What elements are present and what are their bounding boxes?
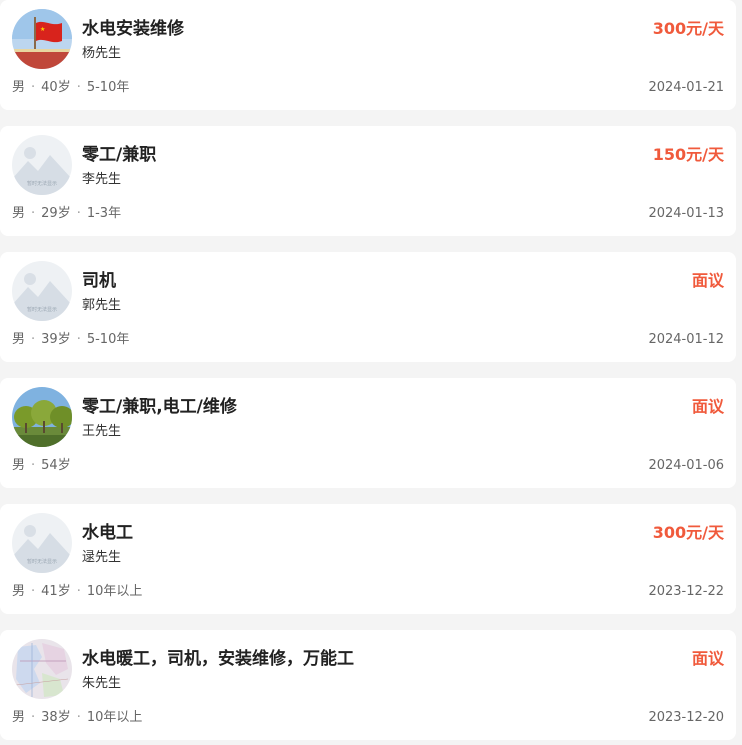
age: 40岁 [41,80,71,95]
person-name: 朱先生 [82,676,122,691]
job-title: 零工/兼职 [82,145,157,165]
experience: 5-10年 [86,332,130,347]
resume-card[interactable]: 水电暖工，司机，安装维修，万能工 朱先生 面议 男 · 38岁 · 10年以上 2023… [0,630,736,740]
salary: 面议 [691,271,724,290]
map-photo-icon [12,639,72,699]
candidate-meta: 男 · 38岁 · 10年以上 [12,710,143,725]
post-date: 2023-12-22 [648,584,724,599]
experience: 10年以上 [86,584,143,599]
avatar: 暂时无法显示 [12,261,72,321]
person-name: 逯先生 [82,550,122,565]
age: 39岁 [41,332,71,347]
placeholder-image-icon: 暂时无法显示 [12,135,72,195]
person-name: 郭先生 [82,298,122,313]
experience: 5-10年 [86,80,130,95]
avatar-caption: 暂时无法显示 [27,180,57,187]
resume-card[interactable]: 暂时无法显示 水电工 逯先生 300元/天 男 · 41岁 · 10年以上 2023-1… [0,504,736,614]
candidate-meta: 男 · 54岁 [12,458,71,473]
trees-photo-icon [12,387,72,447]
person-name: 杨先生 [82,46,122,61]
resume-card[interactable]: 暂时无法显示 零工/兼职 李先生 150元/天 男 · 29岁 · 1-3年 2024-… [0,126,736,236]
job-title: 水电暖工，司机，安装维修，万能工 [82,649,354,669]
job-title: 水电工 [82,523,133,543]
placeholder-image-icon: 暂时无法显示 [12,513,72,573]
resume-card[interactable]: 暂时无法显示 司机 郭先生 面议 男 · 39岁 · 5-10年 2024-01-12 [0,252,736,362]
post-date: 2024-01-06 [648,458,724,473]
placeholder-image-icon: 暂时无法显示 [12,261,72,321]
avatar [12,639,72,699]
avatar-caption: 暂时无法显示 [27,558,57,565]
salary: 面议 [691,397,724,416]
age: 54岁 [41,458,71,473]
job-title: 零工/兼职,电工/维修 [82,397,237,417]
salary: 300元/天 [652,19,724,38]
svg-text:★: ★ [40,26,45,33]
gender: 男 [12,206,26,221]
candidate-meta: 男 · 40岁 · 5-10年 [12,80,130,95]
avatar: 暂时无法显示 [12,513,72,573]
candidate-meta: 男 · 41岁 · 10年以上 [12,584,143,599]
age: 29岁 [41,206,71,221]
post-date: 2023-12-20 [648,710,724,725]
gender: 男 [12,458,26,473]
age: 38岁 [41,710,71,725]
job-title: 水电安装维修 [82,19,184,39]
salary: 300元/天 [652,523,724,542]
resume-card[interactable]: ★ 水电安装维修 杨先生 300元/天 男 · 40岁 · 5-10年 2024-01-… [0,0,736,110]
avatar: ★ [12,9,72,69]
person-name: 李先生 [82,172,122,187]
experience: 1-3年 [86,206,122,221]
avatar-caption: 暂时无法显示 [27,306,57,313]
candidate-meta: 男 · 29岁 · 1-3年 [12,206,122,221]
candidate-meta: 男 · 39岁 · 5-10年 [12,332,130,347]
gender: 男 [12,710,26,725]
post-date: 2024-01-21 [648,80,724,95]
person-name: 王先生 [82,424,122,439]
gender: 男 [12,332,26,347]
experience: 10年以上 [86,710,143,725]
post-date: 2024-01-13 [648,206,724,221]
age: 41岁 [41,584,71,599]
job-title: 司机 [82,271,116,291]
resume-card[interactable]: 零工/兼职,电工/维修 王先生 面议 男 · 54岁 2024-01-06 [0,378,736,488]
job-seeker-list: ★ 水电安装维修 杨先生 300元/天 男 · 40岁 · 5-10年 2024-01-… [0,0,742,745]
avatar: 暂时无法显示 [12,135,72,195]
post-date: 2024-01-12 [648,332,724,347]
avatar [12,387,72,447]
salary: 150元/天 [652,145,724,164]
flag-photo-icon: ★ [12,9,72,69]
gender: 男 [12,584,26,599]
salary: 面议 [691,649,724,668]
gender: 男 [12,80,26,95]
